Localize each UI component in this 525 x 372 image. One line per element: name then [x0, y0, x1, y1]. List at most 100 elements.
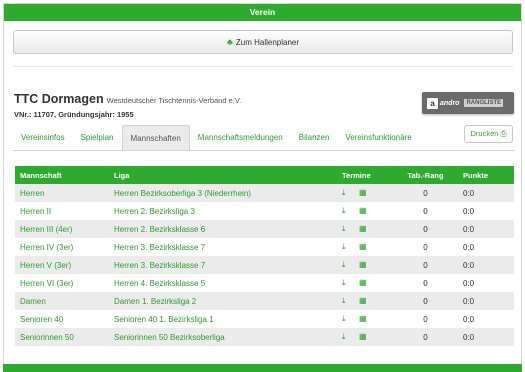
rank-cell: 0	[391, 328, 460, 346]
calendar-icon[interactable]: ▦	[359, 206, 369, 215]
tabs-divider	[13, 150, 514, 151]
rank-cell: 0	[423, 242, 428, 252]
table-row: Damen Damen 1. Bezirksliga 2 ⤓ ▦ 0 0:0	[15, 292, 514, 310]
table-row: Senioren 40 Senioren 40 1. Bezirksliga 1 ⤓…	[15, 310, 514, 328]
sitemap-icon: ♣	[226, 37, 233, 47]
points-cell: 0:0	[463, 242, 475, 252]
league-link[interactable]: Herren Bezirksoberliga 3 (Niederrhein)	[109, 184, 334, 202]
calendar-icon[interactable]: ▦	[359, 314, 369, 323]
calendar-icon[interactable]: ▦	[359, 332, 369, 341]
download-icon[interactable]: ⤓	[342, 206, 352, 216]
points-cell: 0:0	[460, 184, 514, 202]
rank-cell: 0	[391, 184, 460, 202]
team-link[interactable]: Herren VI (3er)	[15, 274, 109, 292]
calendar-icon[interactable]: ▦	[359, 260, 369, 269]
download-icon[interactable]: ⤓	[342, 296, 352, 306]
tab-mannschaften[interactable]: Mannschaften	[121, 125, 190, 151]
divider	[13, 66, 513, 67]
club-info: VNr.: 11707, Gründungsjahr: 1955	[14, 110, 134, 119]
rank-cell: 0	[391, 256, 460, 274]
download-icon[interactable]: ⤓	[342, 260, 352, 270]
team-link[interactable]: Senioren 40	[15, 310, 109, 328]
download-icon[interactable]: ⤓	[342, 242, 352, 252]
table-row: Herren VI (3er) Herren 4. Bezirksklasse 5…	[15, 274, 514, 292]
panel-title: Verein	[4, 4, 521, 21]
col-mannschaft: Mannschaft	[15, 166, 109, 184]
table-row: Herren II Herren 2. Bezirksliga 3 ⤓ ▦ 0 0:0	[15, 202, 514, 220]
termine-cell: ⤓ ▦	[334, 220, 391, 238]
table-row: Herren Herren Bezirksoberliga 3 (Niederrh…	[15, 184, 514, 202]
print-icon: ⎙	[500, 129, 507, 138]
andro-rangliste-badge[interactable]: a andro RANGLISTE	[422, 92, 514, 114]
termine-cell: ⤓ ▦	[334, 184, 391, 202]
hall-planner-label: Zum Hallenplaner	[235, 38, 300, 47]
rank-cell: 0	[391, 220, 460, 238]
andro-rangliste-label: RANGLISTE	[464, 99, 504, 107]
league-link[interactable]: Damen 1. Bezirksliga 2	[109, 292, 334, 310]
termine-cell: ⤓ ▦	[334, 274, 391, 292]
rank-cell: 0	[423, 206, 428, 216]
league-link[interactable]: Seniorinnen 50 Bezirksoberliga	[109, 328, 334, 346]
league-link[interactable]: Herren 2. Bezirksliga 3	[109, 202, 334, 220]
team-link[interactable]: Seniorinnen 50	[15, 328, 109, 346]
team-link[interactable]: Herren	[15, 184, 109, 202]
tab-bilanzen[interactable]: Bilanzen	[291, 125, 338, 151]
rank-cell: 0	[423, 314, 428, 324]
download-icon[interactable]: ⤓	[342, 332, 352, 342]
rank-cell: 0	[391, 292, 460, 310]
calendar-icon[interactable]: ▦	[359, 296, 369, 305]
teams-table: Mannschaft Liga Termine Tab.-Rang Punkte…	[15, 166, 514, 346]
points-cell: 0:0	[463, 314, 475, 324]
league-link[interactable]: Herren 3. Bezirksklasse 7	[109, 256, 334, 274]
table-row: Herren III (4er) Herren 2. Bezirksklasse …	[15, 220, 514, 238]
points-cell: 0:0	[460, 220, 514, 238]
download-icon[interactable]: ⤓	[342, 278, 352, 288]
termine-cell: ⤓ ▦	[334, 202, 391, 220]
tab-vereinsfunktionaere[interactable]: Vereinsfunktionäre	[337, 125, 419, 151]
club-heading: TTC Dormagen Westdeutscher Tischtennis-Ve…	[14, 92, 241, 106]
tab-mannschaftsmeldungen[interactable]: Mannschaftsmeldungen	[190, 125, 291, 151]
tab-vereinsinfos[interactable]: Vereinsinfos	[13, 125, 73, 151]
points-cell: 0:0	[463, 206, 475, 216]
club-federation: Westdeutscher Tischtennis-Verband e.V.	[106, 96, 242, 105]
termine-cell: ⤓ ▦	[334, 238, 391, 256]
hall-planner-button[interactable]: ♣ Zum Hallenplaner	[13, 30, 513, 54]
print-label: Drucken	[470, 129, 499, 138]
termine-cell: ⤓ ▦	[334, 256, 391, 274]
col-punkte: Punkte	[460, 166, 514, 184]
team-link[interactable]: Herren V (3er)	[15, 256, 109, 274]
download-icon[interactable]: ⤓	[342, 188, 352, 198]
download-icon[interactable]: ⤓	[342, 224, 352, 234]
team-link[interactable]: Herren IV (3er)	[15, 238, 109, 256]
col-termine: Termine	[334, 166, 391, 184]
andro-brand: andro	[440, 99, 460, 107]
league-link[interactable]: Herren 3. Bezirksklasse 7	[109, 238, 334, 256]
table-row: Seniorinnen 50 Seniorinnen 50 Bezirksober…	[15, 328, 514, 346]
print-button[interactable]: Drucken ⎙	[464, 125, 513, 143]
league-link[interactable]: Senioren 40 1. Bezirksliga 1	[109, 310, 334, 328]
footer-bar	[3, 364, 522, 372]
termine-cell: ⤓ ▦	[334, 328, 391, 346]
points-cell: 0:0	[460, 256, 514, 274]
calendar-icon[interactable]: ▦	[359, 188, 369, 197]
col-liga: Liga	[109, 166, 334, 184]
tab-spielplan[interactable]: Spielplan	[73, 125, 122, 151]
calendar-icon[interactable]: ▦	[359, 224, 369, 233]
andro-logo-icon: a	[427, 97, 438, 109]
team-link[interactable]: Damen	[15, 292, 109, 310]
download-icon[interactable]: ⤓	[342, 314, 352, 324]
verein-panel: Verein ♣ Zum Hallenplaner TTC Dormagen Wes…	[3, 3, 522, 372]
termine-cell: ⤓ ▦	[334, 310, 391, 328]
club-name: TTC Dormagen	[14, 92, 104, 106]
league-link[interactable]: Herren 2. Bezirksklasse 6	[109, 220, 334, 238]
calendar-icon[interactable]: ▦	[359, 242, 369, 251]
table-row: Herren IV (3er) Herren 3. Bezirksklasse 7…	[15, 238, 514, 256]
points-cell: 0:0	[460, 292, 514, 310]
col-tab-rang: Tab.-Rang	[391, 166, 460, 184]
calendar-icon[interactable]: ▦	[359, 278, 369, 287]
team-link[interactable]: Herren II	[15, 202, 109, 220]
termine-cell: ⤓ ▦	[334, 292, 391, 310]
points-cell: 0:0	[460, 328, 514, 346]
team-link[interactable]: Herren III (4er)	[15, 220, 109, 238]
league-link[interactable]: Herren 4. Bezirksklasse 5	[109, 274, 334, 292]
